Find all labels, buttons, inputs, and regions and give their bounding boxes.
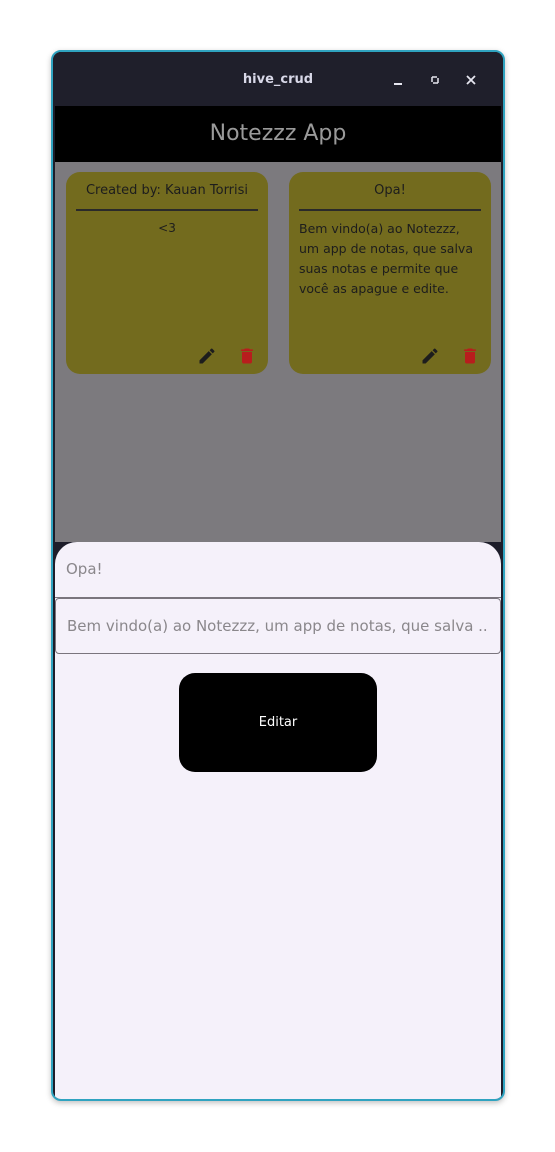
- body-field[interactable]: [55, 598, 501, 654]
- app-title: Notezzz App: [209, 121, 347, 146]
- note-card[interactable]: Opa! Bem vindo(a) ao Notezzz, um app de …: [289, 172, 491, 374]
- edit-bottom-sheet: Editar: [55, 542, 501, 1099]
- title-input[interactable]: [66, 542, 486, 596]
- note-title: Opa!: [374, 183, 406, 198]
- app-bar: Notezzz App: [55, 106, 501, 162]
- title-field[interactable]: [55, 542, 501, 598]
- notes-grid: Created by: Kauan Torrisi <3 Opa! Bem vi…: [55, 162, 501, 542]
- note-title: Created by: Kauan Torrisi: [85, 183, 249, 198]
- body-input[interactable]: [67, 599, 487, 653]
- note-card[interactable]: Created by: Kauan Torrisi <3: [66, 172, 268, 374]
- close-icon[interactable]: [462, 71, 480, 89]
- app-window: hive_crud Notezzz App Created by: Kauan …: [51, 50, 505, 1101]
- note-body: Bem vindo(a) ao Notezzz, um app de notas…: [299, 221, 473, 296]
- maximize-icon[interactable]: [426, 71, 444, 89]
- edit-icon[interactable]: [420, 346, 440, 366]
- edit-button[interactable]: Editar: [179, 673, 377, 772]
- minimize-icon[interactable]: [390, 71, 408, 89]
- note-divider: [299, 209, 481, 211]
- note-body: <3: [158, 221, 176, 235]
- delete-icon[interactable]: [460, 346, 480, 366]
- delete-icon[interactable]: [237, 346, 257, 366]
- edit-icon[interactable]: [197, 346, 217, 366]
- window-titlebar[interactable]: hive_crud: [53, 52, 503, 106]
- note-divider: [76, 209, 258, 211]
